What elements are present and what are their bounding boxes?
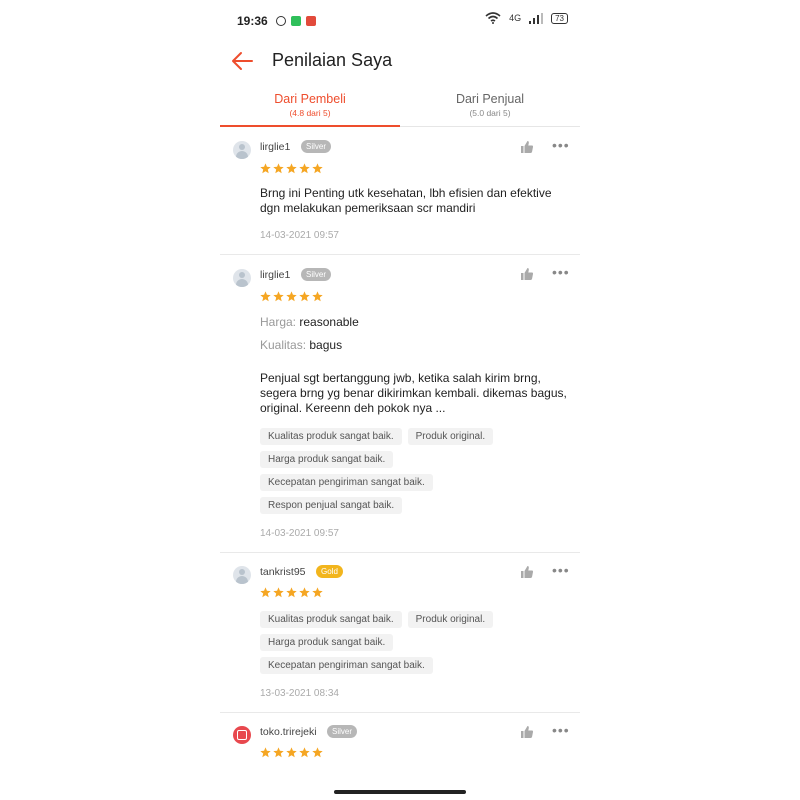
price-line: Harga: reasonable <box>260 315 570 330</box>
star-icon <box>260 163 271 174</box>
thumbs-up-icon[interactable] <box>520 565 534 579</box>
review-date: 14-03-2021 09:57 <box>260 528 339 539</box>
reviewer-name: lirglie1 <box>260 141 291 153</box>
star-icon <box>273 747 284 758</box>
star-icon <box>312 587 323 598</box>
star-icon <box>286 163 297 174</box>
review-tag: Kecepatan pengiriman sangat baik. <box>260 657 433 674</box>
tab-score: (5.0 dari 5) <box>469 108 511 118</box>
tab-from-seller[interactable]: Dari Penjual (5.0 dari 5) <box>400 88 580 126</box>
rating-stars <box>260 291 323 302</box>
star-icon <box>286 747 297 758</box>
review-tag: Kualitas produk sangat baik. <box>260 428 402 445</box>
thumbs-up-icon[interactable] <box>520 140 534 154</box>
star-icon <box>299 747 310 758</box>
quality-line: Kualitas: bagus <box>260 338 570 353</box>
app-header: Penilaian Saya <box>220 44 580 78</box>
review-tags: Kualitas produk sangat baik. Produk orig… <box>260 611 572 674</box>
rating-tabs: Dari Pembeli (4.8 dari 5) Dari Penjual (… <box>220 88 580 127</box>
member-badge: Gold <box>316 565 343 578</box>
tab-score: (4.8 dari 5) <box>289 108 331 118</box>
star-icon <box>273 587 284 598</box>
review-tag: Harga produk sangat baik. <box>260 634 394 651</box>
star-icon <box>273 163 284 174</box>
star-icon <box>299 163 310 174</box>
back-arrow-icon[interactable] <box>230 48 256 74</box>
review-item: lirglie1 Silver ••• Brng ini Penting utk… <box>220 127 580 255</box>
reviewer-name: lirglie1 <box>260 269 291 281</box>
whatsapp-icon <box>290 16 301 26</box>
battery-icon: 73 <box>551 12 568 24</box>
network-label: 4G <box>509 13 522 23</box>
review-text: Brng ini Penting utk kesehatan, lbh efis… <box>260 186 552 215</box>
star-icon <box>260 587 271 598</box>
review-text: Penjual sgt bertanggung jwb, ketika sala… <box>260 371 567 415</box>
thumbs-up-icon[interactable] <box>520 725 534 739</box>
star-icon <box>260 291 271 302</box>
user-avatar <box>233 141 251 159</box>
price-value: reasonable <box>299 315 359 329</box>
review-item: toko.trirejeki Silver ••• <box>220 713 580 773</box>
review-tag: Kualitas produk sangat baik. <box>260 611 402 628</box>
page-title: Penilaian Saya <box>272 50 393 70</box>
tab-label: Dari Pembeli <box>274 92 346 106</box>
review-tag: Produk original. <box>407 428 494 445</box>
review-date: 13-03-2021 08:34 <box>260 688 339 699</box>
review-tag: Produk original. <box>407 611 494 628</box>
review-tags: Kualitas produk sangat baik. Produk orig… <box>260 428 572 514</box>
signal-icon <box>529 12 544 24</box>
quality-label: Kualitas: <box>260 338 307 352</box>
star-icon <box>299 291 310 302</box>
alarm-icon <box>275 16 286 26</box>
user-avatar <box>233 269 251 287</box>
home-indicator[interactable] <box>334 790 466 794</box>
member-badge: Silver <box>301 268 332 281</box>
reviewer-name: tankrist95 <box>260 566 306 578</box>
member-badge: Silver <box>301 140 332 153</box>
review-date: 14-03-2021 09:57 <box>260 230 339 241</box>
rating-stars <box>260 587 323 598</box>
user-avatar <box>233 566 251 584</box>
review-tag: Kecepatan pengiriman sangat baik. <box>260 474 433 491</box>
status-bar: 19:36 4G 73 <box>237 12 568 30</box>
review-tag: Harga produk sangat baik. <box>260 451 394 468</box>
notification-icon <box>305 16 316 26</box>
review-tag: Respon penjual sangat baik. <box>260 497 403 514</box>
star-icon <box>286 587 297 598</box>
more-options-icon[interactable]: ••• <box>552 563 570 581</box>
star-icon <box>312 747 323 758</box>
star-icon <box>299 587 310 598</box>
status-right: 4G 73 <box>485 12 568 24</box>
star-icon <box>273 291 284 302</box>
price-label: Harga: <box>260 315 297 329</box>
star-icon <box>312 291 323 302</box>
thumbs-up-icon[interactable] <box>520 267 534 281</box>
more-options-icon[interactable]: ••• <box>552 265 570 283</box>
star-icon <box>260 747 271 758</box>
phone-screen: 19:36 4G 73 Penilaian Saya Dari Pembeli … <box>220 0 580 800</box>
more-options-icon[interactable]: ••• <box>552 723 570 741</box>
member-badge: Silver <box>327 725 358 738</box>
shop-avatar <box>233 726 251 744</box>
status-time: 19:36 <box>237 14 268 28</box>
more-options-icon[interactable]: ••• <box>552 138 570 156</box>
star-icon <box>286 291 297 302</box>
quality-value: bagus <box>309 338 343 352</box>
star-icon <box>312 163 323 174</box>
tab-label: Dari Penjual <box>455 92 525 106</box>
tab-from-buyer[interactable]: Dari Pembeli (4.8 dari 5) <box>220 88 400 127</box>
rating-stars <box>260 747 323 758</box>
review-item: lirglie1 Silver ••• Harga: reasonable Ku… <box>220 255 580 553</box>
wifi-icon <box>485 12 501 24</box>
rating-stars <box>260 163 323 174</box>
reviewer-name: toko.trirejeki <box>260 726 317 738</box>
review-item: tankrist95 Gold ••• Kualitas produk sang… <box>220 553 580 713</box>
